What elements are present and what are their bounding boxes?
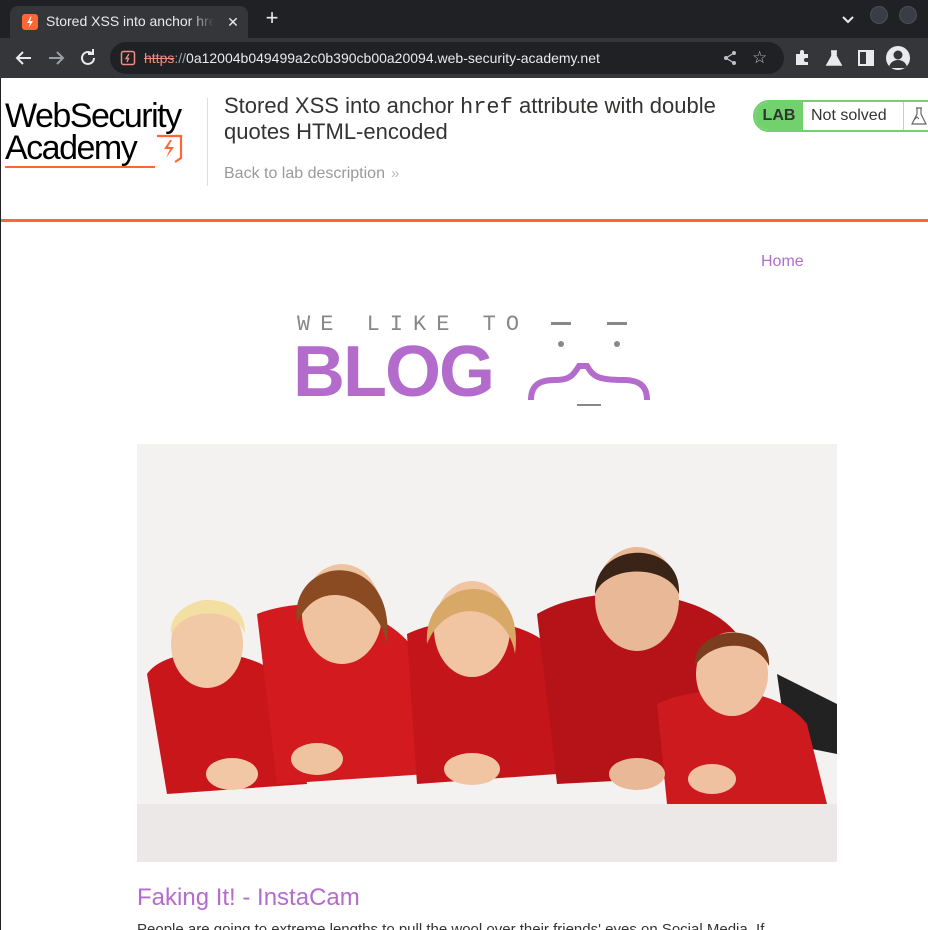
back-link-label: Back to lab description: [224, 165, 385, 182]
header-divider: [207, 98, 208, 186]
window-minimize-button[interactable]: [870, 6, 888, 24]
url-host: 0a12004b049499a2c0b390cb00a20094.web-sec…: [186, 50, 600, 66]
post-excerpt: People are going to extreme lengths to p…: [137, 921, 765, 930]
page-content: WebSecurity Academy Stored XSS into anch…: [0, 78, 928, 930]
browser-tab[interactable]: Stored XSS into anchor href attribute wi…: [10, 6, 248, 38]
share-icon[interactable]: [722, 50, 738, 66]
academy-header: WebSecurity Academy Stored XSS into anch…: [1, 78, 928, 223]
tab-title: Stored XSS into anchor href attribute wi…: [46, 13, 214, 31]
blog-banner: WE LIKE TO BLOG: [293, 308, 653, 412]
url-scheme: https: [144, 50, 175, 66]
new-tab-button[interactable]: +: [260, 6, 284, 30]
lab-title-text-start: Stored XSS into anchor: [224, 93, 461, 118]
back-to-lab-description-link[interactable]: Back to lab description »: [224, 165, 399, 183]
logo-line2: Academy: [5, 129, 138, 167]
banner-blog-word: BLOG: [293, 332, 495, 412]
reload-icon[interactable]: [76, 46, 100, 70]
browser-toolbar: https://0a12004b049499a2c0b390cb00a20094…: [0, 38, 928, 78]
logo-underline: [5, 166, 155, 168]
browser-tabbar: Stored XSS into anchor href attribute wi…: [0, 0, 928, 38]
url-text: https://0a12004b049499a2c0b390cb00a20094…: [144, 50, 600, 68]
post-image-family-photo[interactable]: [137, 444, 837, 862]
web-security-academy-logo[interactable]: WebSecurity Academy: [5, 96, 205, 172]
double-chevron-right-icon: »: [390, 165, 400, 182]
header-orange-rule: [1, 219, 928, 222]
family-photo-illustration: [137, 444, 837, 862]
post-title-link[interactable]: Faking It! - InstaCam: [137, 884, 360, 912]
labs-flask-icon[interactable]: [824, 48, 844, 68]
address-bar[interactable]: https://0a12004b049499a2c0b390cb00a20094…: [110, 42, 784, 74]
window-close-button[interactable]: [899, 6, 917, 24]
forward-arrow-icon[interactable]: [44, 46, 68, 70]
side-panel-icon[interactable]: [856, 48, 876, 68]
lab-badge: LAB: [755, 102, 803, 130]
nav-home-link[interactable]: Home: [761, 253, 804, 271]
url-separator: ://: [174, 50, 187, 66]
tab-search-chevron-icon[interactable]: [838, 9, 858, 29]
bookmark-star-icon[interactable]: ☆: [752, 49, 770, 67]
logo-lightning-icon: [157, 134, 183, 163]
tab-close-icon[interactable]: ✕: [224, 13, 242, 31]
lab-title-code: href: [460, 95, 513, 120]
profile-avatar-icon[interactable]: [886, 46, 910, 70]
flask-icon[interactable]: [903, 102, 928, 130]
curly-brace-face-icon: [528, 322, 650, 406]
back-arrow-icon[interactable]: [12, 46, 36, 70]
extensions-puzzle-icon[interactable]: [792, 48, 812, 68]
lab-status-text: Not solved: [811, 107, 887, 124]
site-info-icon[interactable]: [120, 50, 136, 66]
lab-status-widget: LAB Not solved: [753, 100, 928, 132]
lab-title: Stored XSS into anchor href attribute wi…: [224, 94, 744, 144]
lightning-favicon-icon: [22, 14, 38, 30]
